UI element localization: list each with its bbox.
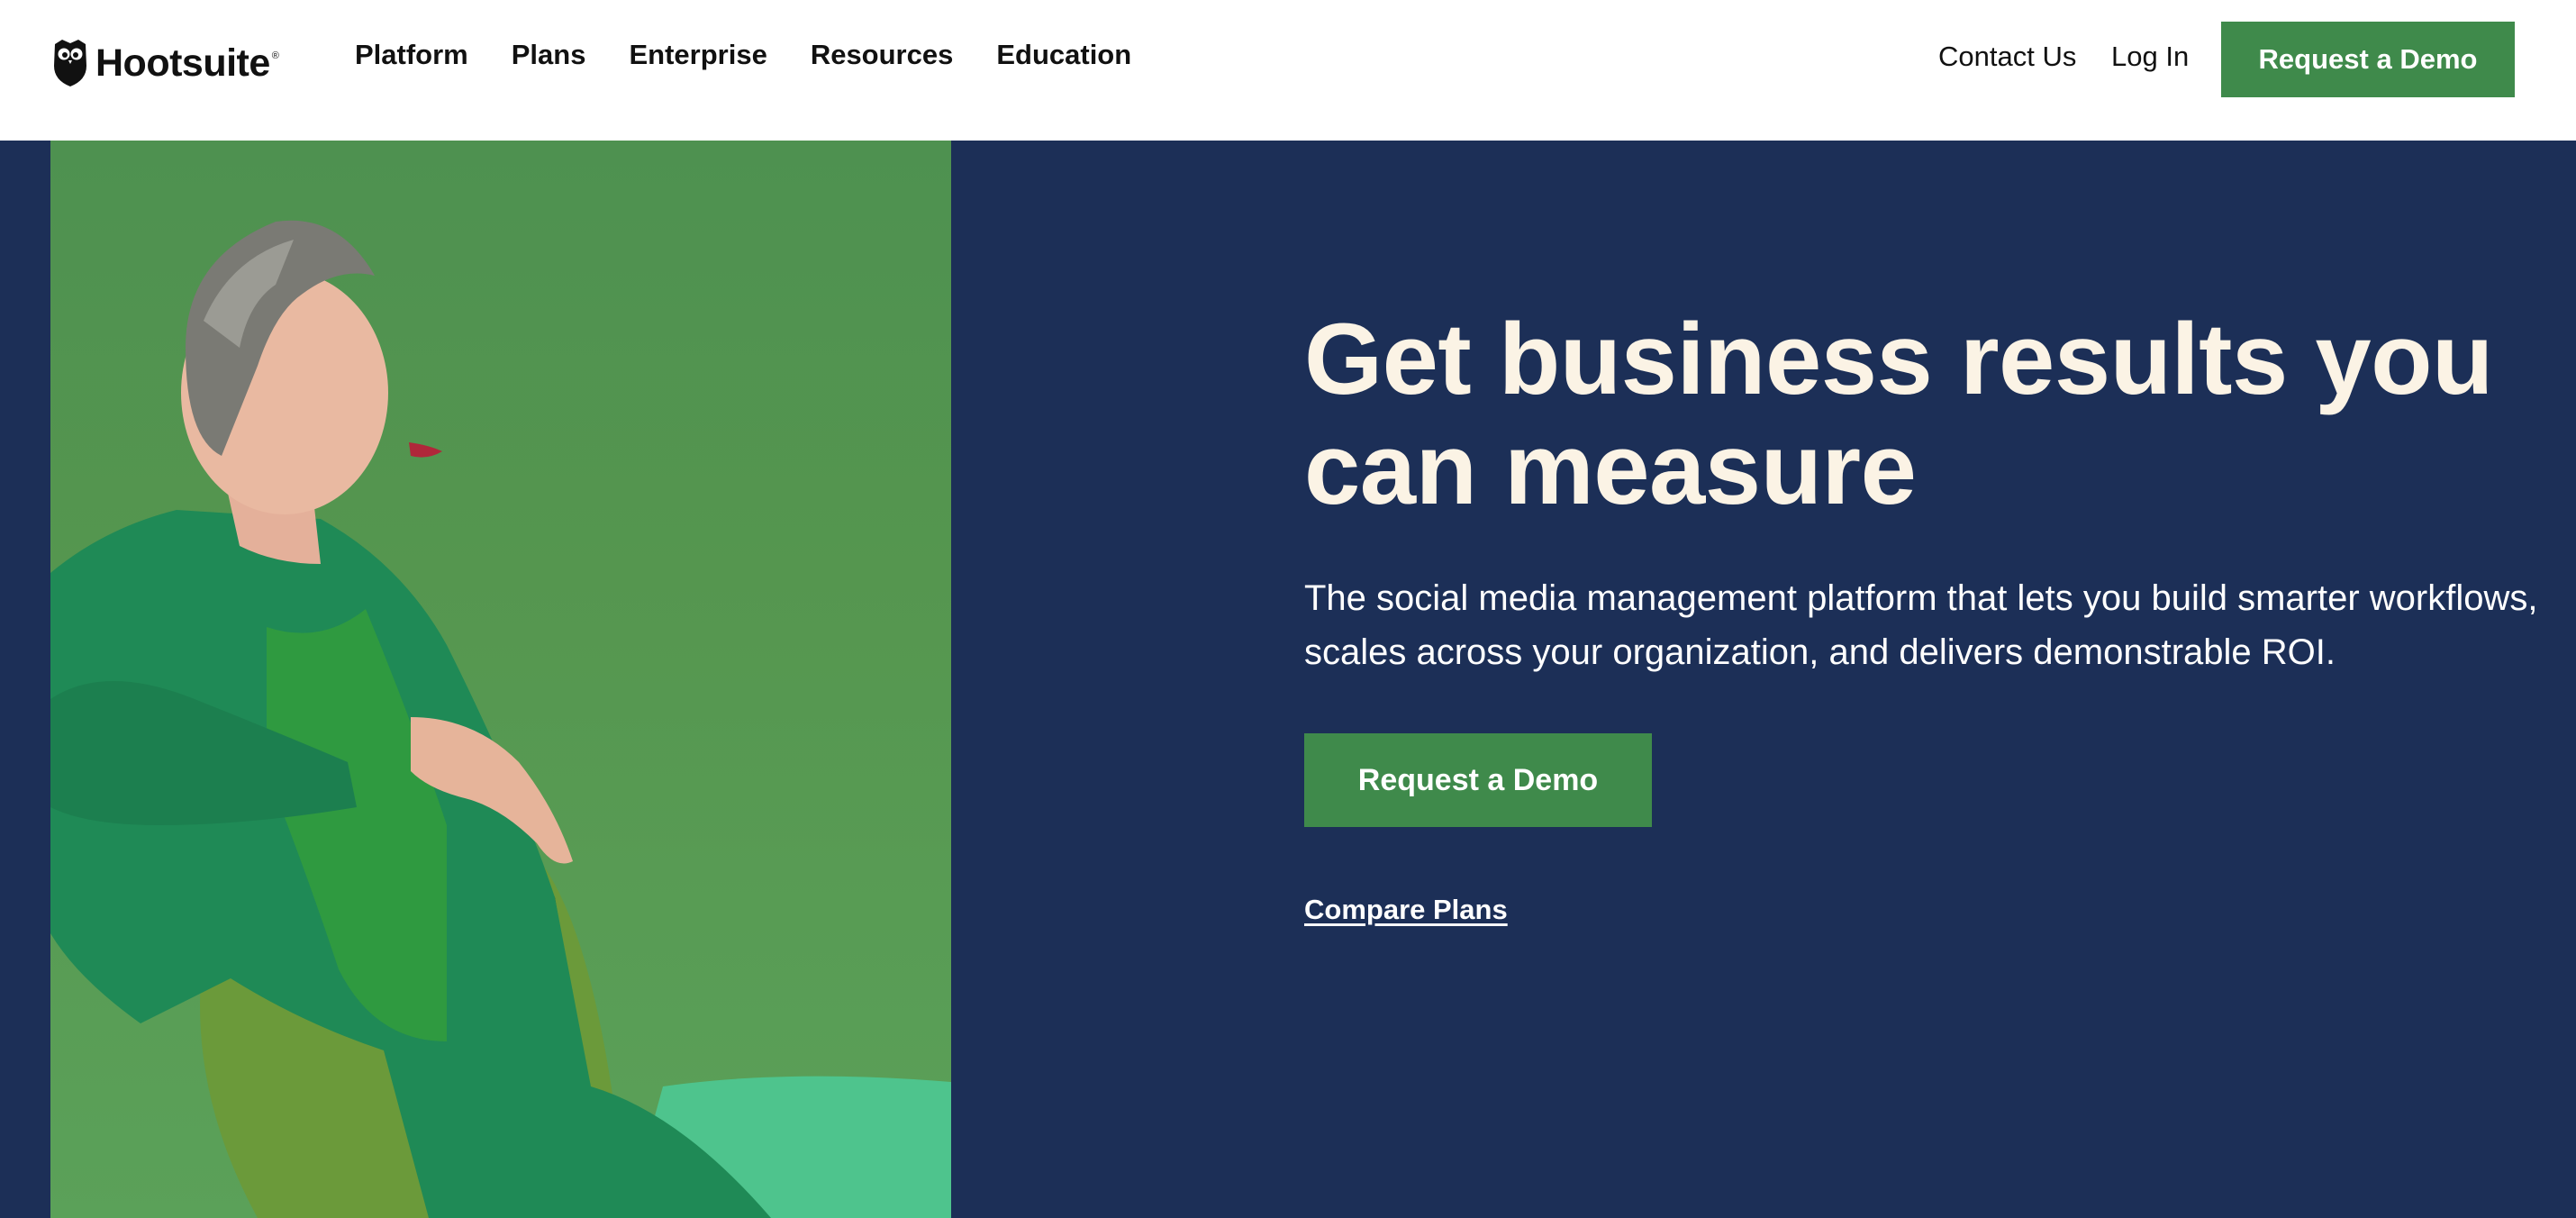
nav-resources[interactable]: Resources bbox=[811, 39, 954, 71]
nav-platform[interactable]: Platform bbox=[355, 39, 468, 71]
nav-enterprise[interactable]: Enterprise bbox=[629, 39, 766, 71]
log-in-link[interactable]: Log In bbox=[2111, 41, 2189, 73]
owl-logo-icon bbox=[54, 40, 86, 86]
hero-headline: Get business results you can measure bbox=[1304, 303, 2493, 525]
woman-in-chair-illustration bbox=[50, 220, 951, 1218]
header-request-demo-button[interactable]: Request a Demo bbox=[2221, 22, 2515, 97]
contact-us-link[interactable]: Contact Us bbox=[1938, 41, 2076, 73]
registered-mark: ® bbox=[271, 50, 279, 61]
hero-request-demo-button[interactable]: Request a Demo bbox=[1304, 733, 1652, 827]
nav-plans[interactable]: Plans bbox=[512, 39, 586, 71]
hero-image bbox=[50, 141, 951, 1218]
compare-plans-link[interactable]: Compare Plans bbox=[1304, 894, 1508, 926]
primary-nav: Platform Plans Enterprise Resources Educ… bbox=[355, 39, 1131, 71]
site-header: Hootsuite ® Platform Plans Enterprise Re… bbox=[0, 0, 2576, 141]
logo-text: Hootsuite bbox=[95, 41, 270, 85]
hero-subhead: The social media management platform tha… bbox=[1304, 578, 2538, 672]
hootsuite-logo[interactable]: Hootsuite ® bbox=[52, 36, 279, 90]
nav-education[interactable]: Education bbox=[996, 39, 1131, 71]
hero-content: Get business results you can measure The… bbox=[1304, 304, 2547, 926]
